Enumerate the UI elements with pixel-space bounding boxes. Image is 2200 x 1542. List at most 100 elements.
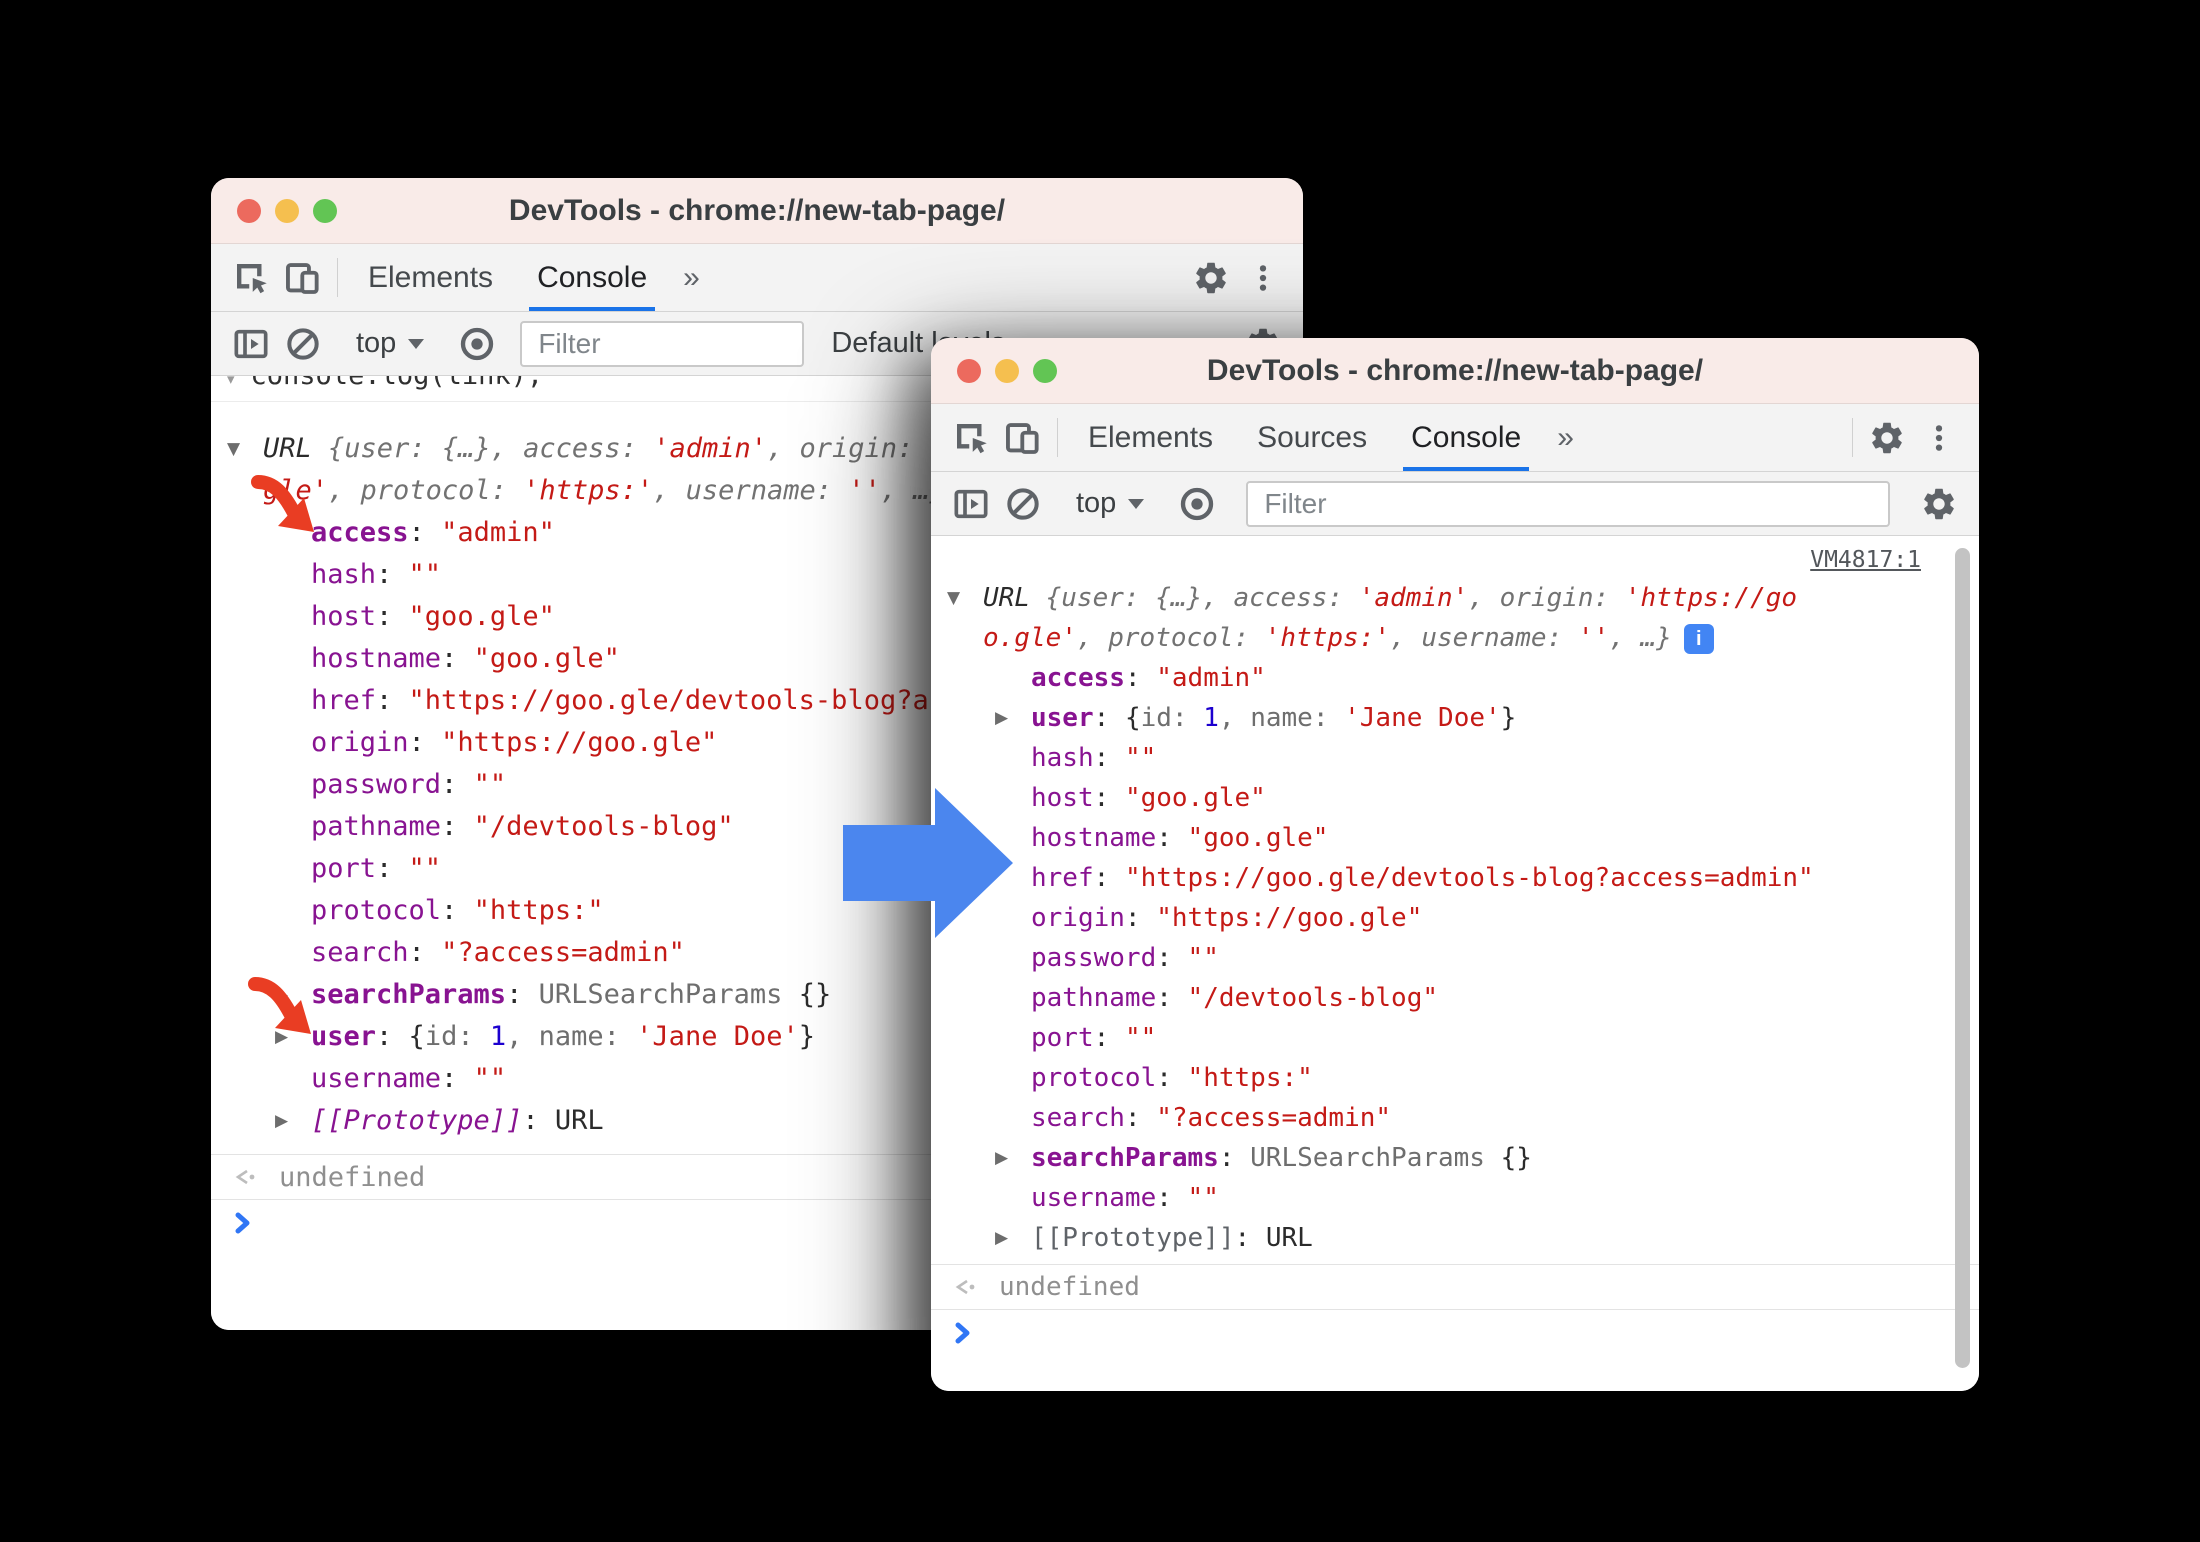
chevron-down-icon [408,338,425,349]
more-tabs-button[interactable]: » [1543,404,1588,471]
console-drawer-icon [234,329,268,358]
settings-button[interactable] [1185,244,1237,311]
prompt-chevron-icon [235,1212,250,1234]
console-row[interactable]: href: "https://goo.gle/devtools-blog?acc… [947,858,1979,898]
console-toolbar: top [931,472,1979,536]
eye-icon [461,327,494,360]
console-row[interactable]: password: "" [947,938,1979,978]
console-row[interactable]: search: "?access=admin" [947,1098,1979,1138]
context-label: top [356,327,397,359]
row-text: access: "admin" [1031,663,1266,693]
collapse-triangle-icon[interactable]: ▼ [947,578,983,618]
source-link[interactable]: VM4817:1 [1810,547,1921,573]
console-row[interactable]: origin: "https://goo.gle" [947,898,1979,938]
console-row[interactable]: ▶ user: {id: 1, name: 'Jane Doe'} [947,698,1979,738]
console-sidebar-button[interactable] [945,484,997,524]
device-toolbar-button[interactable] [277,244,329,311]
row-text: searchParams: URLSearchParams {} [311,979,832,1010]
scrollbar-thumb[interactable] [1955,548,1970,1368]
titlebar[interactable]: DevTools - chrome://new-tab-page/ [931,338,1979,404]
row-text: [[Prototype]]: URL [311,1105,604,1136]
console-row[interactable]: hostname: "goo.gle" [947,818,1979,858]
tab-sources[interactable]: Sources [1235,404,1389,471]
divider [1852,418,1853,457]
row-text: URL {user: {…}, access: 'admin', origin:… [983,583,1798,654]
tab-elements[interactable]: Elements [1066,404,1235,471]
expand-triangle-icon[interactable]: ▶ [995,1138,1031,1178]
live-expression-button[interactable] [451,324,503,364]
console-sidebar-button[interactable] [225,324,277,364]
kebab-menu-icon [1935,424,1943,451]
row-text: user: {id: 1, name: 'Jane Doe'} [311,1021,815,1052]
row-text: searchParams: URLSearchParams {} [1031,1143,1532,1173]
console-row[interactable]: username: "" [947,1178,1979,1218]
tab-console[interactable]: Console [515,244,669,311]
console-settings-button[interactable] [1913,485,1965,523]
kebab-menu-button[interactable] [1237,244,1289,311]
console-row[interactable]: hash: "" [947,738,1979,778]
console-row[interactable]: protocol: "https:" [947,1058,1979,1098]
minimize-button[interactable] [275,198,299,223]
minimize-button[interactable] [995,358,1019,383]
inspect-element-button[interactable] [945,404,997,471]
result-value: undefined [279,1161,426,1193]
console-row[interactable]: ▶ [[Prototype]]: URL [947,1218,1979,1258]
titlebar[interactable]: DevTools - chrome://new-tab-page/ [211,178,1303,244]
row-text: protocol: "https:" [1031,1063,1313,1093]
kebab-menu-button[interactable] [1913,404,1965,471]
divider [1057,418,1058,457]
result-value: undefined [999,1272,1140,1302]
console-row[interactable]: pathname: "/devtools-blog" [947,978,1979,1018]
console-output: VM4817:1 ▼ URL {user: {…}, access: 'admin… [931,536,1979,1391]
clear-console-button[interactable] [277,324,329,364]
blue-transition-arrow [843,788,1013,938]
filter-input[interactable] [520,320,805,367]
gear-icon [1196,262,1226,293]
expand-triangle-icon[interactable]: ▶ [275,1100,311,1142]
tab-elements[interactable]: Elements [346,244,515,311]
stage: DevTools - chrome://new-tab-page/ Elemen… [0,0,2200,1542]
live-expression-button[interactable] [1171,484,1223,524]
console-row[interactable]: ▼ URL {user: {…}, access: 'admin', origin… [947,578,1979,658]
row-text: port: "" [311,853,442,884]
row-text: hostname: "goo.gle" [311,643,620,674]
console-prompt[interactable] [931,1310,1979,1356]
filter-input[interactable] [1246,480,1890,527]
more-tabs-button[interactable]: » [669,244,714,311]
row-text: hash: "" [1031,743,1157,773]
row-text: hostname: "goo.gle" [1031,823,1329,853]
expand-triangle-icon[interactable]: ▶ [995,1218,1031,1258]
console-row[interactable]: ▶ searchParams: URLSearchParams {} [947,1138,1979,1178]
kebab-menu-icon [1259,264,1267,291]
info-icon[interactable]: i [1683,623,1714,654]
zoom-button[interactable] [1033,358,1057,383]
device-toolbar-button[interactable] [997,404,1049,471]
tab-label: Console [1411,420,1522,454]
prompt-chevron-icon [955,1322,970,1344]
clear-console-button[interactable] [997,484,1049,524]
close-button[interactable] [237,198,261,223]
expand-triangle-icon[interactable]: ▶ [995,698,1031,738]
context-label: top [1076,487,1117,519]
collapse-triangle-icon[interactable]: ▾ [227,376,235,388]
settings-button[interactable] [1861,404,1913,471]
console-row[interactable]: access: "admin" [947,658,1979,698]
row-text: host: "goo.gle" [311,601,555,632]
devtools-window-front: DevTools - chrome://new-tab-page/ Elemen… [931,338,1979,1391]
red-annotation-arrow-user [248,977,311,1034]
console-row[interactable]: port: "" [947,1018,1979,1058]
close-button[interactable] [957,358,981,383]
gear-icon [1924,488,1954,519]
window-title: DevTools - chrome://new-tab-page/ [1206,353,1704,387]
zoom-button[interactable] [313,198,337,223]
console-row[interactable]: host: "goo.gle" [947,778,1979,818]
row-text: href: "https://goo.gle/devtools-blog?acc… [1031,863,1814,893]
tab-console[interactable]: Console [1389,404,1543,471]
console-drawer-icon [954,489,988,518]
context-selector[interactable]: top [1066,487,1154,520]
inspect-element-button[interactable] [225,244,277,311]
clear-console-icon [1007,487,1039,520]
collapse-triangle-icon[interactable]: ▼ [227,428,263,470]
row-text: password: "" [311,769,507,800]
context-selector[interactable]: top [346,327,434,360]
